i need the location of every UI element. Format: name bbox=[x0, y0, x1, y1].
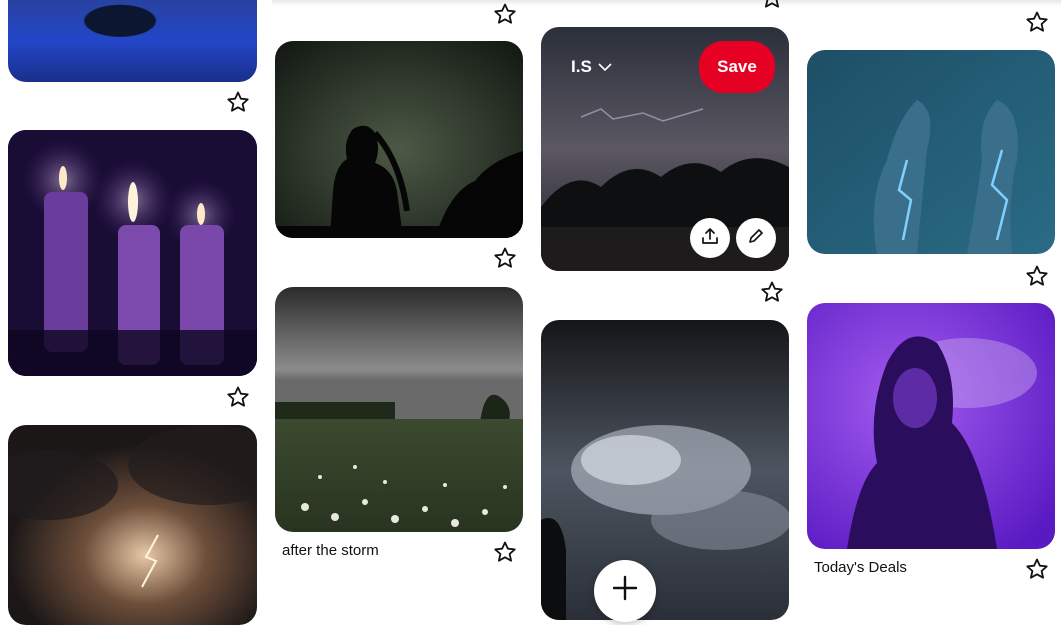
save-star-icon[interactable] bbox=[1025, 10, 1049, 34]
pin-title[interactable]: after the storm bbox=[282, 542, 379, 559]
header-shadow bbox=[272, 0, 1061, 6]
pin-image-glowing-hands[interactable] bbox=[807, 50, 1055, 254]
save-star-icon[interactable] bbox=[493, 2, 517, 26]
save-star-icon[interactable] bbox=[226, 385, 250, 409]
pin-image-figure-blue[interactable] bbox=[8, 0, 257, 82]
save-star-icon[interactable] bbox=[493, 246, 517, 270]
save-star-icon[interactable] bbox=[760, 0, 784, 10]
pin-hovered-lightning-trees[interactable]: I.S Save bbox=[541, 27, 789, 271]
save-star-icon[interactable] bbox=[493, 540, 517, 564]
pin-image-violet-smoke-portrait[interactable] bbox=[807, 303, 1055, 549]
save-button[interactable]: Save bbox=[699, 41, 775, 93]
pin-image-storm-clouds[interactable] bbox=[541, 320, 789, 620]
board-selector[interactable]: I.S bbox=[571, 57, 612, 77]
share-button[interactable] bbox=[690, 218, 730, 258]
share-upload-icon bbox=[700, 226, 720, 251]
edit-button[interactable] bbox=[736, 218, 776, 258]
save-star-icon[interactable] bbox=[226, 90, 250, 114]
save-star-icon[interactable] bbox=[1025, 264, 1049, 288]
create-button[interactable] bbox=[594, 560, 656, 622]
pin-image-silhouette-dark-sky[interactable] bbox=[275, 41, 523, 238]
pin-image-lightning-clouds[interactable] bbox=[8, 425, 257, 625]
board-name: I.S bbox=[571, 57, 592, 76]
pin-image-after-the-storm[interactable] bbox=[275, 287, 523, 532]
plus-icon bbox=[611, 560, 639, 607]
save-star-icon[interactable] bbox=[1025, 557, 1049, 581]
pin-title[interactable]: Today's Deals bbox=[814, 559, 907, 576]
pencil-icon bbox=[746, 226, 766, 251]
chevron-down-icon bbox=[598, 57, 612, 77]
pin-image-purple-candles[interactable] bbox=[8, 130, 257, 376]
save-star-icon[interactable] bbox=[760, 280, 784, 304]
